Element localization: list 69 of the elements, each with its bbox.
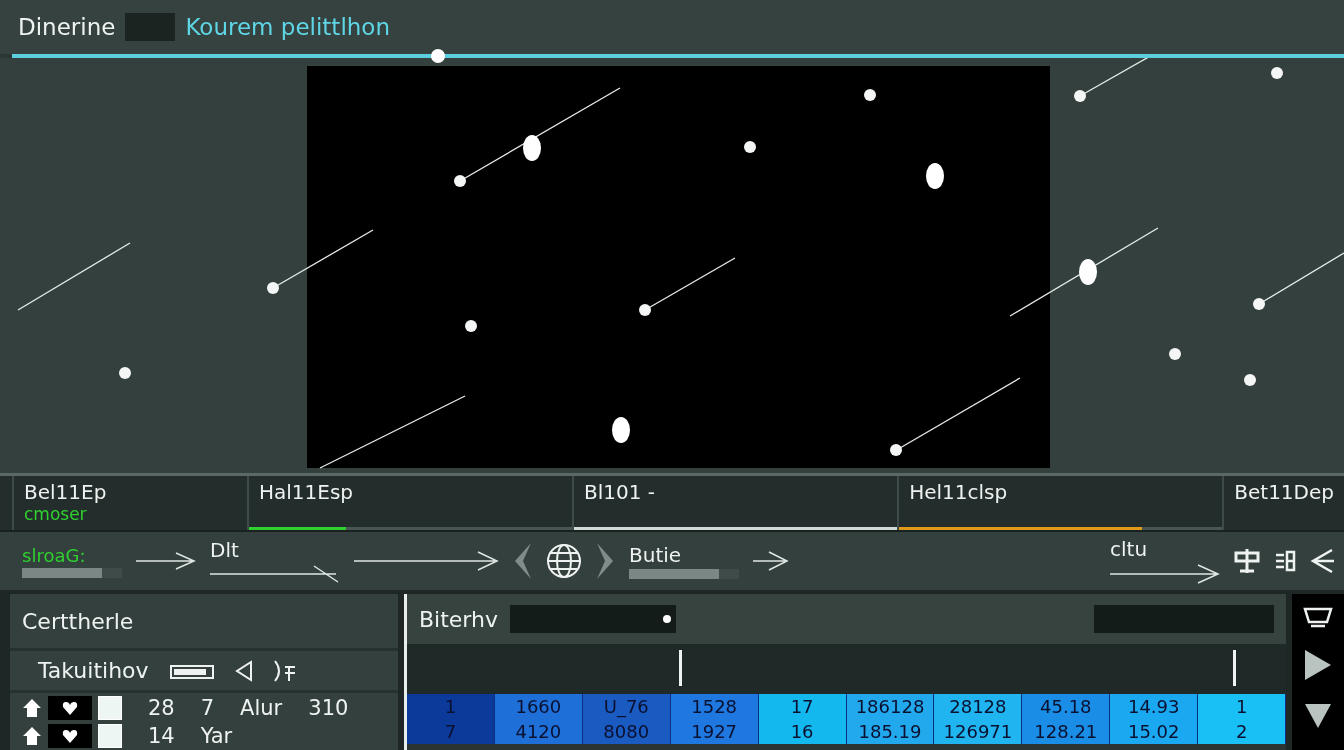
search-field[interactable] <box>510 605 676 633</box>
heart-icon <box>62 728 78 743</box>
panel-title: Biterhv <box>419 606 498 632</box>
table-cell: 1927 <box>670 719 759 744</box>
window-title: Dinerine <box>18 14 116 40</box>
arrow-icon <box>136 551 196 571</box>
table-cell: 17 <box>758 694 847 719</box>
control-label: Dlt <box>210 538 240 562</box>
table-cell: 28128 <box>934 694 1023 719</box>
arrow-icon <box>210 564 340 584</box>
track-label: Bet11Dep <box>1234 480 1334 504</box>
table-cell: 15.02 <box>1110 719 1199 744</box>
previous-icon[interactable] <box>513 543 531 579</box>
grid-icon[interactable] <box>1274 550 1296 572</box>
panel-title: Certtherle <box>22 608 134 634</box>
heart-button[interactable] <box>48 695 92 720</box>
table-cell: 14.93 <box>1110 694 1199 719</box>
table-cell: 16 <box>758 719 847 744</box>
home-icon[interactable] <box>22 725 42 746</box>
arrow-icon <box>753 550 789 572</box>
table-cell: 186128 <box>846 694 935 719</box>
track-sublabel: cmoser <box>24 504 88 524</box>
track-label: Hal11Esp <box>258 480 354 504</box>
back-icon[interactable] <box>234 659 253 682</box>
checkbox[interactable] <box>98 695 122 720</box>
table-cell: 1 <box>407 694 495 719</box>
arrow-icon <box>1110 563 1220 585</box>
table-cell: 28 <box>148 695 175 720</box>
input-field[interactable] <box>1094 605 1274 633</box>
next-icon[interactable] <box>597 543 615 579</box>
track-label: Bel11Ep <box>24 480 108 504</box>
heart-icon <box>62 700 78 715</box>
dot-icon <box>662 613 672 625</box>
table-cell: 8080 <box>582 719 671 744</box>
track-label: Bl101 - <box>584 480 657 504</box>
table-cell: Alur <box>240 695 283 720</box>
checkbox[interactable] <box>98 723 122 748</box>
color-swatch[interactable] <box>125 13 176 41</box>
globe-icon[interactable] <box>545 542 583 580</box>
arrow-icon <box>354 550 499 572</box>
heart-button[interactable] <box>48 723 92 748</box>
table-cell: 7 <box>407 719 495 744</box>
panel-subtitle: Takuitihov <box>38 658 149 684</box>
home-icon[interactable] <box>22 697 42 718</box>
track-label: Hel11clsp <box>909 480 1009 504</box>
table-cell: 4120 <box>494 719 583 744</box>
table-cell: 7 <box>200 695 215 720</box>
table-cell: 128.21 <box>1022 719 1111 744</box>
timeline-marker[interactable] <box>679 650 683 686</box>
play-icon[interactable] <box>1303 648 1333 682</box>
back-icon[interactable] <box>1310 548 1334 574</box>
table-cell: 1528 <box>670 694 759 719</box>
monitor-icon[interactable] <box>1303 606 1333 630</box>
table-cell: 2 <box>1198 719 1287 744</box>
table-cell: 45.18 <box>1022 694 1111 719</box>
table-cell: 310 <box>308 695 349 720</box>
slider-thumb[interactable] <box>431 49 446 63</box>
control-label: Butie <box>629 543 683 567</box>
timeline-marker[interactable] <box>1233 650 1237 686</box>
clip-title: Kourem pelittlhon <box>185 14 390 40</box>
table-cell: 1 <box>1198 694 1287 719</box>
status-label: slroaG: <box>22 544 87 566</box>
table-cell: U_76 <box>582 694 671 719</box>
table-cell: Yar <box>200 723 233 748</box>
table-cell: 14 <box>148 723 175 748</box>
control-label: cltu <box>1110 537 1149 561</box>
table-cell: 185.19 <box>846 719 935 744</box>
table-cell: 1660 <box>494 694 583 719</box>
table-cell: 126971 <box>934 719 1023 744</box>
